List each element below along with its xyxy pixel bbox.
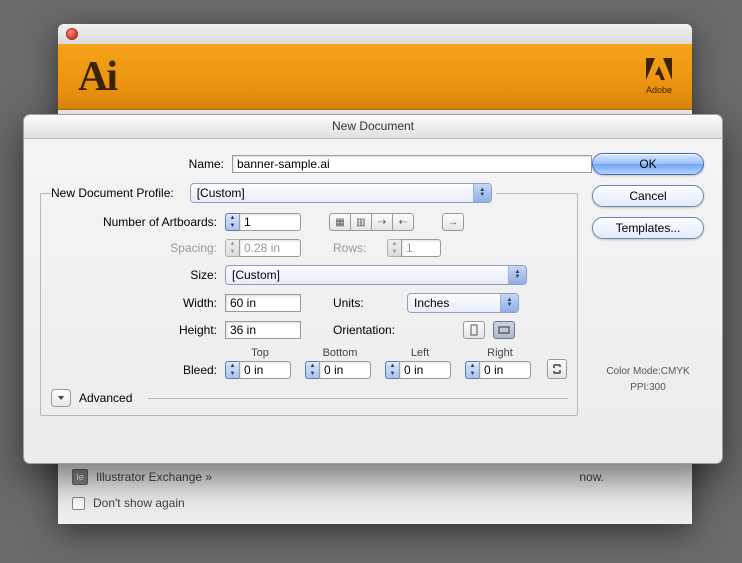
spacing-stepper: ▲▼ — [225, 239, 301, 257]
name-label: Name: — [42, 157, 226, 171]
artboard-layout-group[interactable]: ▦ ▥ ⇢ ⇠ — [329, 213, 414, 231]
size-select[interactable]: [Custom] ▲▼ — [225, 265, 527, 285]
exchange-icon: Ie — [72, 469, 88, 485]
close-window-button[interactable] — [66, 28, 78, 40]
width-label: Width: — [51, 296, 219, 310]
orientation-portrait-button[interactable] — [463, 321, 485, 339]
adobe-logo: Adobe — [646, 58, 672, 96]
arrange-direction-button[interactable]: → — [442, 213, 464, 231]
advanced-label: Advanced — [79, 391, 132, 405]
dialog-title: New Document — [24, 115, 722, 139]
app-logo: Ai — [78, 53, 116, 101]
chevron-updown-icon: ▲▼ — [508, 266, 526, 284]
app-banner: Ai Adobe — [58, 44, 692, 110]
chevron-updown-icon: ▲▼ — [473, 184, 491, 202]
rows-stepper: ▲▼ — [387, 239, 441, 257]
spacing-label: Spacing: — [51, 241, 219, 255]
divider — [148, 398, 568, 399]
row-rtl-icon[interactable]: ⇠ — [392, 213, 414, 231]
orientation-landscape-button[interactable] — [493, 321, 515, 339]
dont-show-label: Don't show again — [93, 496, 185, 510]
width-input[interactable] — [225, 294, 301, 312]
orientation-label: Orientation: — [333, 323, 415, 337]
illustrator-exchange-link[interactable]: Illustrator Exchange » — [96, 470, 212, 484]
bleed-bottom-header: Bottom — [305, 347, 375, 359]
row-ltr-icon[interactable]: ⇢ — [371, 213, 393, 231]
advanced-disclosure[interactable] — [51, 389, 71, 407]
units-label: Units: — [333, 296, 401, 310]
size-label: Size: — [51, 268, 219, 282]
bleed-right-stepper[interactable]: ▲▼ — [465, 361, 535, 379]
name-input[interactable] — [232, 155, 592, 173]
profile-label: New Document Profile: — [51, 186, 174, 200]
dont-show-checkbox[interactable] — [72, 497, 85, 510]
now-text: now. — [579, 470, 604, 484]
link-bleed-button[interactable] — [547, 359, 567, 379]
artboards-stepper[interactable]: ▲▼ — [225, 213, 301, 231]
height-label: Height: — [51, 323, 219, 337]
artboards-label: Number of Artboards: — [51, 215, 219, 229]
profile-fieldset: New Document Profile: [Custom] ▲▼ Number… — [40, 183, 578, 416]
height-input[interactable] — [225, 321, 301, 339]
bleed-right-header: Right — [465, 347, 535, 359]
bleed-left-stepper[interactable]: ▲▼ — [385, 361, 455, 379]
new-document-dialog: New Document Name: New Document Profile:… — [23, 114, 723, 464]
bleed-bottom-stepper[interactable]: ▲▼ — [305, 361, 375, 379]
ok-button[interactable]: OK — [592, 153, 704, 175]
grid-by-col-icon[interactable]: ▥ — [350, 213, 372, 231]
welcome-footer: Ie Illustrator Exchange » now. Don't sho… — [58, 459, 692, 524]
bleed-top-stepper[interactable]: ▲▼ — [225, 361, 295, 379]
units-select[interactable]: Inches ▲▼ — [407, 293, 519, 313]
chevron-updown-icon: ▲▼ — [500, 294, 518, 312]
profile-select[interactable]: [Custom] ▲▼ — [190, 183, 492, 203]
document-meta: Color Mode:CMYK PPI:300 — [592, 364, 704, 396]
bleed-top-header: Top — [225, 347, 295, 359]
grid-by-row-icon[interactable]: ▦ — [329, 213, 351, 231]
rows-label: Rows: — [333, 241, 381, 255]
bleed-label: Bleed: — [51, 363, 219, 379]
titlebar — [58, 24, 692, 44]
cancel-button[interactable]: Cancel — [592, 185, 704, 207]
bleed-left-header: Left — [385, 347, 455, 359]
templates-button[interactable]: Templates... — [592, 217, 704, 239]
